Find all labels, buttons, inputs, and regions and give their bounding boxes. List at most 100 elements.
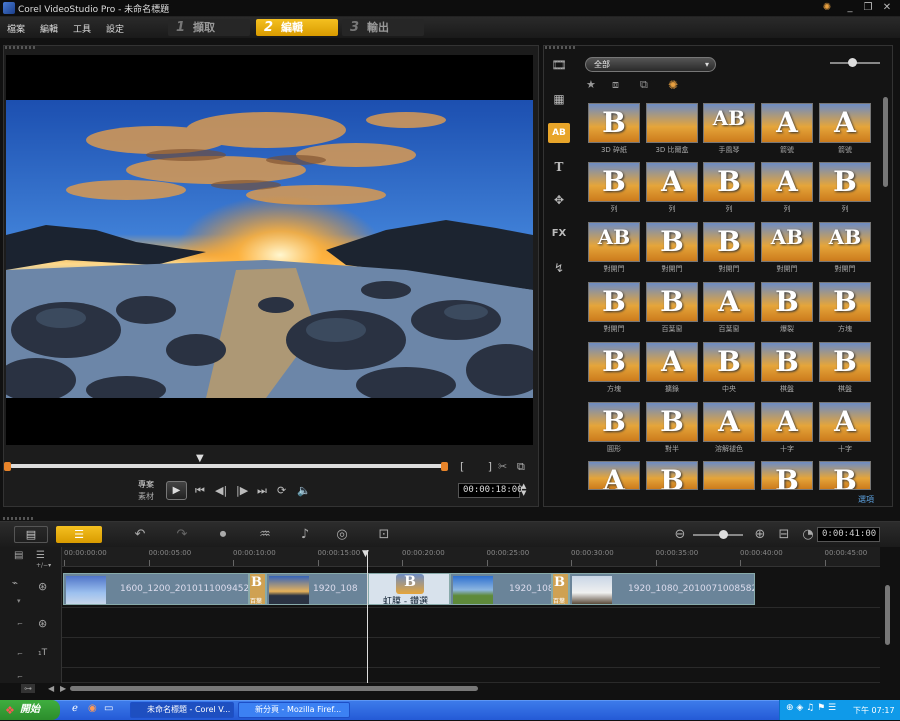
restore-button[interactable]: ❐ bbox=[861, 2, 875, 14]
tray-icons[interactable]: ⊕ ◈ ♫ ⚑ ☰ bbox=[786, 703, 836, 713]
scrubber-bar[interactable] bbox=[10, 464, 444, 468]
menu-file[interactable]: 檔案 bbox=[7, 22, 25, 35]
scroll-right-icon[interactable]: ▶ bbox=[60, 684, 66, 693]
transition-thumbnail[interactable]: B bbox=[646, 461, 698, 490]
transition-thumbnail[interactable]: AB bbox=[761, 222, 813, 262]
zoom-slider-knob[interactable] bbox=[719, 530, 728, 539]
title-track[interactable] bbox=[62, 638, 880, 668]
zoom-in-icon[interactable]: ⊕ bbox=[749, 527, 771, 542]
menu-tools[interactable]: 工具 bbox=[73, 22, 91, 35]
subtitle-editor-icon[interactable]: ⊡ bbox=[373, 527, 395, 542]
video-clip[interactable]: 1920_108 bbox=[450, 573, 552, 605]
video-clip[interactable]: 1600_1200_20101110094522 bbox=[63, 573, 249, 605]
path-icon[interactable]: ↯ bbox=[548, 258, 570, 278]
split-clip-icon[interactable]: ✂ bbox=[498, 460, 507, 473]
instant-project-icon[interactable]: ▦ bbox=[548, 89, 570, 109]
ripple-edit-icon[interactable]: ⊶ bbox=[21, 684, 35, 693]
transition-clip[interactable]: B 百葉 bbox=[249, 573, 266, 605]
transition-thumbnail[interactable]: AB bbox=[703, 103, 755, 143]
transition-clip[interactable]: B 百葉 bbox=[552, 573, 569, 605]
insert-track-icon[interactable]: +/−▾ bbox=[36, 562, 51, 569]
trim-end-handle[interactable] bbox=[441, 462, 448, 471]
zoom-out-icon[interactable]: ⊖ bbox=[669, 527, 691, 542]
repeat-icon[interactable]: ⟳ bbox=[277, 484, 286, 497]
trim-start-handle[interactable] bbox=[4, 462, 11, 471]
library-scrollbar[interactable] bbox=[883, 97, 888, 187]
scrub-marker-icon[interactable]: ▼ bbox=[196, 453, 204, 464]
transition-thumbnail[interactable]: B bbox=[819, 342, 871, 382]
minimize-button[interactable]: _ bbox=[843, 2, 857, 14]
transition-thumbnail[interactable]: AB bbox=[588, 222, 640, 262]
project-mode-label[interactable]: 專案 bbox=[138, 479, 154, 490]
transition-thumbnail[interactable]: A bbox=[761, 162, 813, 202]
transition-thumbnail[interactable]: B bbox=[588, 402, 640, 442]
selected-transition-clip[interactable]: B 虹膜 - 鑽選 bbox=[368, 573, 450, 605]
get-more-icon[interactable]: ✺ bbox=[668, 78, 678, 92]
undo-icon[interactable]: ↶ bbox=[129, 527, 151, 542]
transition-thumbnail[interactable]: B bbox=[761, 461, 813, 490]
menu-settings[interactable]: 設定 bbox=[106, 22, 124, 35]
transition-thumbnail[interactable]: B bbox=[646, 282, 698, 322]
task-videostudio[interactable]: 未命名標題 - Corel V... bbox=[130, 702, 234, 718]
panel-grip[interactable] bbox=[5, 46, 35, 49]
mark-in-out-buttons[interactable]: [ ] bbox=[460, 460, 502, 473]
transition-thumbnail[interactable]: B bbox=[588, 342, 640, 382]
transition-thumbnail[interactable]: A bbox=[761, 103, 813, 143]
transition-thumbnail[interactable]: A bbox=[761, 402, 813, 442]
tab-share[interactable]: 3 輸出 bbox=[342, 19, 424, 36]
library-grip[interactable] bbox=[545, 46, 575, 49]
voice-lock-icon[interactable]: ⌐ bbox=[17, 673, 23, 681]
track-manager-icon[interactable]: ▤ bbox=[14, 550, 23, 561]
volume-icon[interactable]: 🔈 bbox=[297, 484, 311, 497]
random-transition-icon[interactable]: ⧉ bbox=[640, 78, 648, 92]
transition-thumbnail[interactable]: A bbox=[703, 402, 755, 442]
transition-thumbnail[interactable]: B bbox=[703, 342, 755, 382]
voice-track[interactable] bbox=[62, 668, 880, 683]
overlay-track[interactable] bbox=[62, 608, 880, 638]
video-track-toggle-icon[interactable]: ⌁ bbox=[12, 578, 18, 589]
transition-thumbnail[interactable]: B bbox=[819, 162, 871, 202]
video-clip[interactable]: 1920_108 bbox=[266, 573, 368, 605]
start-button[interactable]: ❖ 開始 bbox=[0, 700, 60, 720]
transition-thumbnail[interactable]: AB bbox=[819, 222, 871, 262]
category-dropdown[interactable]: 全部 ▾ bbox=[585, 57, 716, 72]
thumb-size-slider-knob[interactable] bbox=[848, 58, 857, 67]
menu-edit[interactable]: 編輯 bbox=[40, 22, 58, 35]
transition-thumbnail[interactable]: B bbox=[703, 222, 755, 262]
video-track-expand-icon[interactable]: ▾ bbox=[17, 597, 21, 605]
quicklaunch-ie-icon[interactable]: ℯ bbox=[72, 703, 78, 714]
options-link[interactable]: 選項 bbox=[858, 494, 874, 505]
title-lock-icon[interactable]: ⌐ bbox=[17, 650, 23, 658]
transition-thumbnail[interactable]: B bbox=[703, 162, 755, 202]
timeline-view-icon[interactable]: ☰ bbox=[56, 526, 102, 543]
clip-mode-label[interactable]: 素材 bbox=[138, 491, 154, 502]
quicklaunch-desktop-icon[interactable]: ▭ bbox=[104, 703, 113, 714]
graphic-icon[interactable]: ✥ bbox=[548, 190, 570, 210]
transition-thumbnail[interactable]: B bbox=[819, 282, 871, 322]
timeline-playhead[interactable] bbox=[367, 550, 368, 683]
transition-thumbnail[interactable]: B bbox=[646, 402, 698, 442]
transition-icon[interactable]: AB bbox=[548, 123, 570, 143]
video-clip[interactable]: 1920_1080_20100710085820 bbox=[569, 573, 755, 605]
previous-frame-icon[interactable]: ◀| bbox=[215, 484, 227, 497]
zoom-slider[interactable] bbox=[693, 534, 743, 536]
timeline-vscrollbar[interactable] bbox=[885, 585, 890, 645]
quicklaunch-firefox-icon[interactable]: ◉ bbox=[88, 703, 97, 714]
play-button[interactable]: ▶ bbox=[166, 481, 187, 500]
transition-thumbnail[interactable]: A bbox=[703, 282, 755, 322]
timecode-field[interactable]: 00:00:18:00 bbox=[458, 483, 523, 498]
task-firefox[interactable]: 新分頁 - Mozilla Firef... bbox=[238, 702, 350, 718]
timeline-hscrollbar[interactable] bbox=[70, 686, 478, 691]
timecode-stepper[interactable]: ▲ ▼ bbox=[521, 483, 526, 497]
project-duration-icon[interactable]: ◔ bbox=[797, 527, 819, 542]
transition-thumbnail[interactable] bbox=[646, 103, 698, 143]
help-icon[interactable]: ✺ bbox=[820, 2, 834, 14]
auto-music-icon[interactable]: ♪ bbox=[294, 527, 316, 542]
transition-thumbnail[interactable]: B bbox=[588, 162, 640, 202]
close-button[interactable]: ✕ bbox=[880, 2, 894, 14]
redo-icon[interactable]: ↷ bbox=[171, 527, 193, 542]
title-icon[interactable]: T bbox=[548, 157, 570, 177]
transition-thumbnail[interactable] bbox=[703, 461, 755, 490]
transition-thumbnail[interactable]: B bbox=[646, 222, 698, 262]
transition-thumbnail[interactable]: B bbox=[819, 461, 871, 490]
